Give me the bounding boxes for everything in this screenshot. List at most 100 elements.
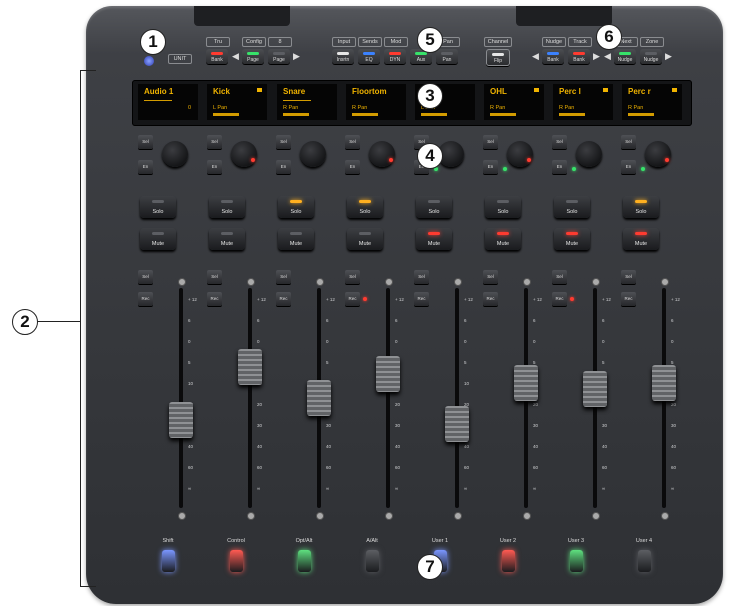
fader-cap[interactable] xyxy=(514,365,538,402)
fader-sel-button[interactable]: Sel xyxy=(552,270,567,284)
fader-scale-label: 40 xyxy=(671,444,677,449)
mute-button[interactable]: Mute xyxy=(554,228,590,250)
solo-button[interactable]: Solo xyxy=(416,196,452,218)
nudge-left-button[interactable]: Nudge xyxy=(614,49,636,64)
knob-sel-button[interactable]: Sel xyxy=(483,135,498,149)
rec-button[interactable]: Rec xyxy=(621,292,636,306)
mute-button[interactable]: Mute xyxy=(278,228,314,250)
solo-button[interactable]: Solo xyxy=(140,196,176,218)
fader-cap[interactable] xyxy=(583,370,607,407)
fader-sel-button[interactable]: Sel xyxy=(414,270,429,284)
rotary-knob[interactable] xyxy=(576,141,602,167)
solo-button[interactable]: Solo xyxy=(278,196,314,218)
solo-button[interactable]: Solo xyxy=(623,196,659,218)
fader-sel-button[interactable]: Sel xyxy=(483,270,498,284)
knob-en-button[interactable]: En xyxy=(138,160,153,174)
bank-right-led xyxy=(573,52,585,55)
rotary-knob[interactable] xyxy=(300,141,326,167)
fader-sel-button[interactable]: Sel xyxy=(621,270,636,284)
user-button[interactable] xyxy=(570,550,583,572)
mute-button[interactable]: Mute xyxy=(347,228,383,250)
knob-green-led xyxy=(572,167,576,171)
fader-bottom-screw xyxy=(247,512,255,520)
mute-button[interactable]: Mute xyxy=(416,228,452,250)
solo-button[interactable]: Solo xyxy=(554,196,590,218)
mute-button[interactable]: Mute xyxy=(209,228,245,250)
user-button[interactable] xyxy=(366,550,379,572)
page-right-arrow[interactable]: ▶ xyxy=(293,51,300,62)
rotary-knob[interactable] xyxy=(231,141,257,167)
fader-cap[interactable] xyxy=(169,402,193,439)
knob-en-button[interactable]: En xyxy=(621,160,636,174)
fader-scale-label: + 12 xyxy=(395,297,404,302)
bank-button[interactable]: Bank xyxy=(206,49,228,64)
knob-en-button[interactable]: En xyxy=(345,160,360,174)
knob-sel-button[interactable]: Sel xyxy=(552,135,567,149)
fader-cap[interactable] xyxy=(307,380,331,416)
fader-top-screw xyxy=(178,278,186,286)
bank-left-button[interactable]: Bank xyxy=(542,49,564,64)
rec-button[interactable]: Rec xyxy=(276,292,291,306)
inserts-button[interactable]: Insrtn xyxy=(332,49,354,64)
user-button-label: Control xyxy=(227,538,245,544)
user-button[interactable] xyxy=(162,550,175,572)
solo-button[interactable]: Solo xyxy=(347,196,383,218)
user-button[interactable] xyxy=(502,550,515,572)
shift-led[interactable] xyxy=(144,56,154,66)
knob-sel-button[interactable]: Sel xyxy=(207,135,222,149)
fader-cap[interactable] xyxy=(652,365,676,402)
fader-cap[interactable] xyxy=(376,356,400,393)
solo-button[interactable]: Solo xyxy=(485,196,521,218)
knob-en-button[interactable]: En xyxy=(276,160,291,174)
mute-button[interactable]: Mute xyxy=(623,228,659,250)
nudge-left-arrow[interactable]: ◀ xyxy=(604,51,611,62)
knob-sel-button[interactable]: Sel xyxy=(276,135,291,149)
knob-en-button[interactable]: En xyxy=(483,160,498,174)
rotary-knob[interactable] xyxy=(507,141,533,167)
pan-button[interactable]: Pan xyxy=(436,49,458,64)
knob-sel-button[interactable]: Sel xyxy=(345,135,360,149)
knob-sel-button[interactable]: Sel xyxy=(138,135,153,149)
nudge-right-button[interactable]: Nudge xyxy=(640,49,662,64)
rotary-knob[interactable] xyxy=(162,141,188,167)
user-button[interactable] xyxy=(638,550,651,572)
rotary-knob[interactable] xyxy=(645,141,671,167)
page-left-button[interactable]: Page xyxy=(242,49,264,64)
user-button[interactable] xyxy=(298,550,311,572)
rec-button[interactable]: Rec xyxy=(345,292,360,306)
rotary-knob[interactable] xyxy=(369,141,395,167)
rec-button[interactable]: Rec xyxy=(414,292,429,306)
fader-cap[interactable] xyxy=(445,405,469,442)
eq-button[interactable]: EQ xyxy=(358,49,380,64)
fader-sel-button[interactable]: Sel xyxy=(345,270,360,284)
channel-display-6: OHL R Pan xyxy=(484,84,544,120)
mute-button[interactable]: Mute xyxy=(140,228,176,250)
fader-sel-button[interactable]: Sel xyxy=(207,270,222,284)
solo-button[interactable]: Solo xyxy=(209,196,245,218)
rec-button[interactable]: Rec xyxy=(552,292,567,306)
rec-button[interactable]: Rec xyxy=(207,292,222,306)
mute-button[interactable]: Mute xyxy=(485,228,521,250)
nudge-right-arrow[interactable]: ▶ xyxy=(665,51,672,62)
bank-right-arrow[interactable]: ▶ xyxy=(593,51,600,62)
fader-sel-button[interactable]: Sel xyxy=(276,270,291,284)
knob-en-button[interactable]: En xyxy=(207,160,222,174)
rec-red-led xyxy=(570,297,574,301)
knob-sel-button[interactable]: Sel xyxy=(621,135,636,149)
knob-en-button[interactable]: En xyxy=(552,160,567,174)
fader-cap[interactable] xyxy=(238,348,262,385)
page-right-button[interactable]: Page xyxy=(268,49,290,64)
fader-sel-button[interactable]: Sel xyxy=(138,270,153,284)
rec-button[interactable]: Rec xyxy=(138,292,153,306)
page-left-led xyxy=(247,52,259,55)
page-left-arrow[interactable]: ◀ xyxy=(232,51,239,62)
fader-scale-label: 40 xyxy=(602,444,608,449)
dyn-button[interactable]: DYN xyxy=(384,49,406,64)
pan-text: Pan xyxy=(442,57,452,63)
rec-button[interactable]: Rec xyxy=(483,292,498,306)
flip-button[interactable]: Flip xyxy=(486,49,510,66)
fader-scale-label: ∞ xyxy=(326,486,330,491)
bank-right-button[interactable]: Bank xyxy=(568,49,590,64)
bank-left-arrow[interactable]: ◀ xyxy=(532,51,539,62)
user-button[interactable] xyxy=(230,550,243,572)
